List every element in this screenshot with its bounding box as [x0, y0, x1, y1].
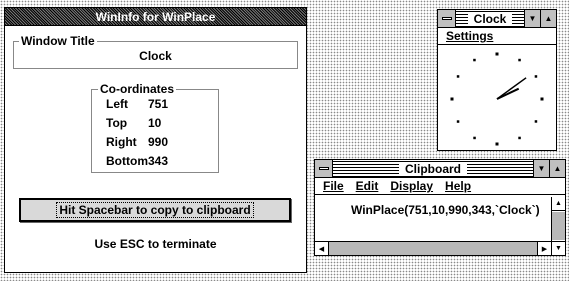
maximize-icon[interactable]: ▲ [549, 160, 565, 177]
clock-tick [495, 52, 499, 56]
scroll-down-icon[interactable]: ▼ [552, 241, 565, 255]
menu-edit[interactable]: Edit [356, 179, 379, 193]
coord-row-top: Top 10 [106, 116, 206, 130]
scroll-up-icon[interactable]: ▲ [552, 197, 565, 211]
clock-tick [540, 97, 544, 101]
minute-hand [496, 77, 527, 100]
system-menu-icon[interactable] [438, 10, 456, 27]
horizontal-scrollbar[interactable]: ◀ ▶ [315, 241, 551, 255]
copy-button-label: Hit Spacebar to copy to clipboard [56, 202, 254, 218]
wininfo-window: WinInfo for WinPlace Window Title Clock … [4, 7, 307, 273]
clipboard-titlebar[interactable]: Clipboard ▼ ▲ [315, 160, 565, 178]
minimize-icon[interactable]: ▼ [533, 160, 549, 177]
wininfo-titlebar[interactable]: WinInfo for WinPlace [5, 8, 306, 26]
esc-note: Use ESC to terminate [94, 237, 217, 251]
clock-tick [518, 58, 521, 62]
vertical-scrollbar[interactable]: ▲ ▼ [551, 197, 565, 255]
clock-tick [495, 142, 499, 146]
coord-row-bottom: Bottom 343 [106, 154, 206, 168]
clipboard-menubar: File Edit Display Help [315, 178, 565, 195]
coordinates-group: Left 751 Top 10 Right 990 Bottom 343 [91, 89, 219, 173]
coord-label: Bottom [106, 154, 148, 168]
coord-row-left: Left 751 [106, 97, 206, 111]
clock-window: Clock ▼ ▲ Settings [437, 9, 557, 151]
window-title-label: Window Title [19, 34, 97, 48]
scroll-left-icon[interactable]: ◀ [315, 242, 329, 255]
clock-tick [518, 136, 521, 140]
clock-titlebar[interactable]: Clock ▼ ▲ [438, 10, 556, 28]
coord-label: Right [106, 135, 137, 149]
system-menu-icon[interactable] [315, 160, 333, 177]
menu-help[interactable]: Help [445, 179, 471, 193]
clock-tick [473, 58, 476, 62]
coordinates-label: Co-ordinates [98, 82, 177, 96]
wininfo-title: WinInfo for WinPlace [95, 9, 216, 24]
coord-value: 751 [148, 97, 169, 111]
menu-settings[interactable]: Settings [446, 29, 493, 43]
clock-title: Clock [467, 11, 513, 26]
coord-value: 10 [148, 116, 162, 130]
clock-tick [456, 75, 460, 78]
minimize-icon[interactable]: ▼ [524, 10, 540, 27]
clock-tick [534, 120, 538, 123]
clock-tick [534, 75, 538, 78]
clipboard-content: WinPlace(751,10,990,343,`Clock`) [351, 203, 540, 217]
scroll-right-icon[interactable]: ▶ [537, 242, 551, 255]
coord-row-right: Right 990 [106, 135, 206, 149]
coord-label: Left [106, 97, 128, 111]
window-title-value: Clock [139, 49, 172, 63]
clock-menubar: Settings [438, 28, 556, 45]
clock-face [450, 52, 544, 146]
clipboard-title: Clipboard [399, 161, 467, 176]
menu-display[interactable]: Display [390, 179, 433, 193]
coord-label: Top [106, 116, 128, 130]
clock-tick [473, 136, 476, 140]
maximize-icon[interactable]: ▲ [540, 10, 556, 27]
coord-value: 343 [148, 154, 169, 168]
menu-file[interactable]: File [323, 179, 344, 193]
coord-value: 990 [148, 135, 169, 149]
clipboard-window: Clipboard ▼ ▲ File Edit Display Help Win… [314, 159, 566, 256]
clock-tick [450, 97, 454, 101]
clock-tick [456, 120, 460, 123]
copy-to-clipboard-button[interactable]: Hit Spacebar to copy to clipboard [19, 198, 291, 222]
